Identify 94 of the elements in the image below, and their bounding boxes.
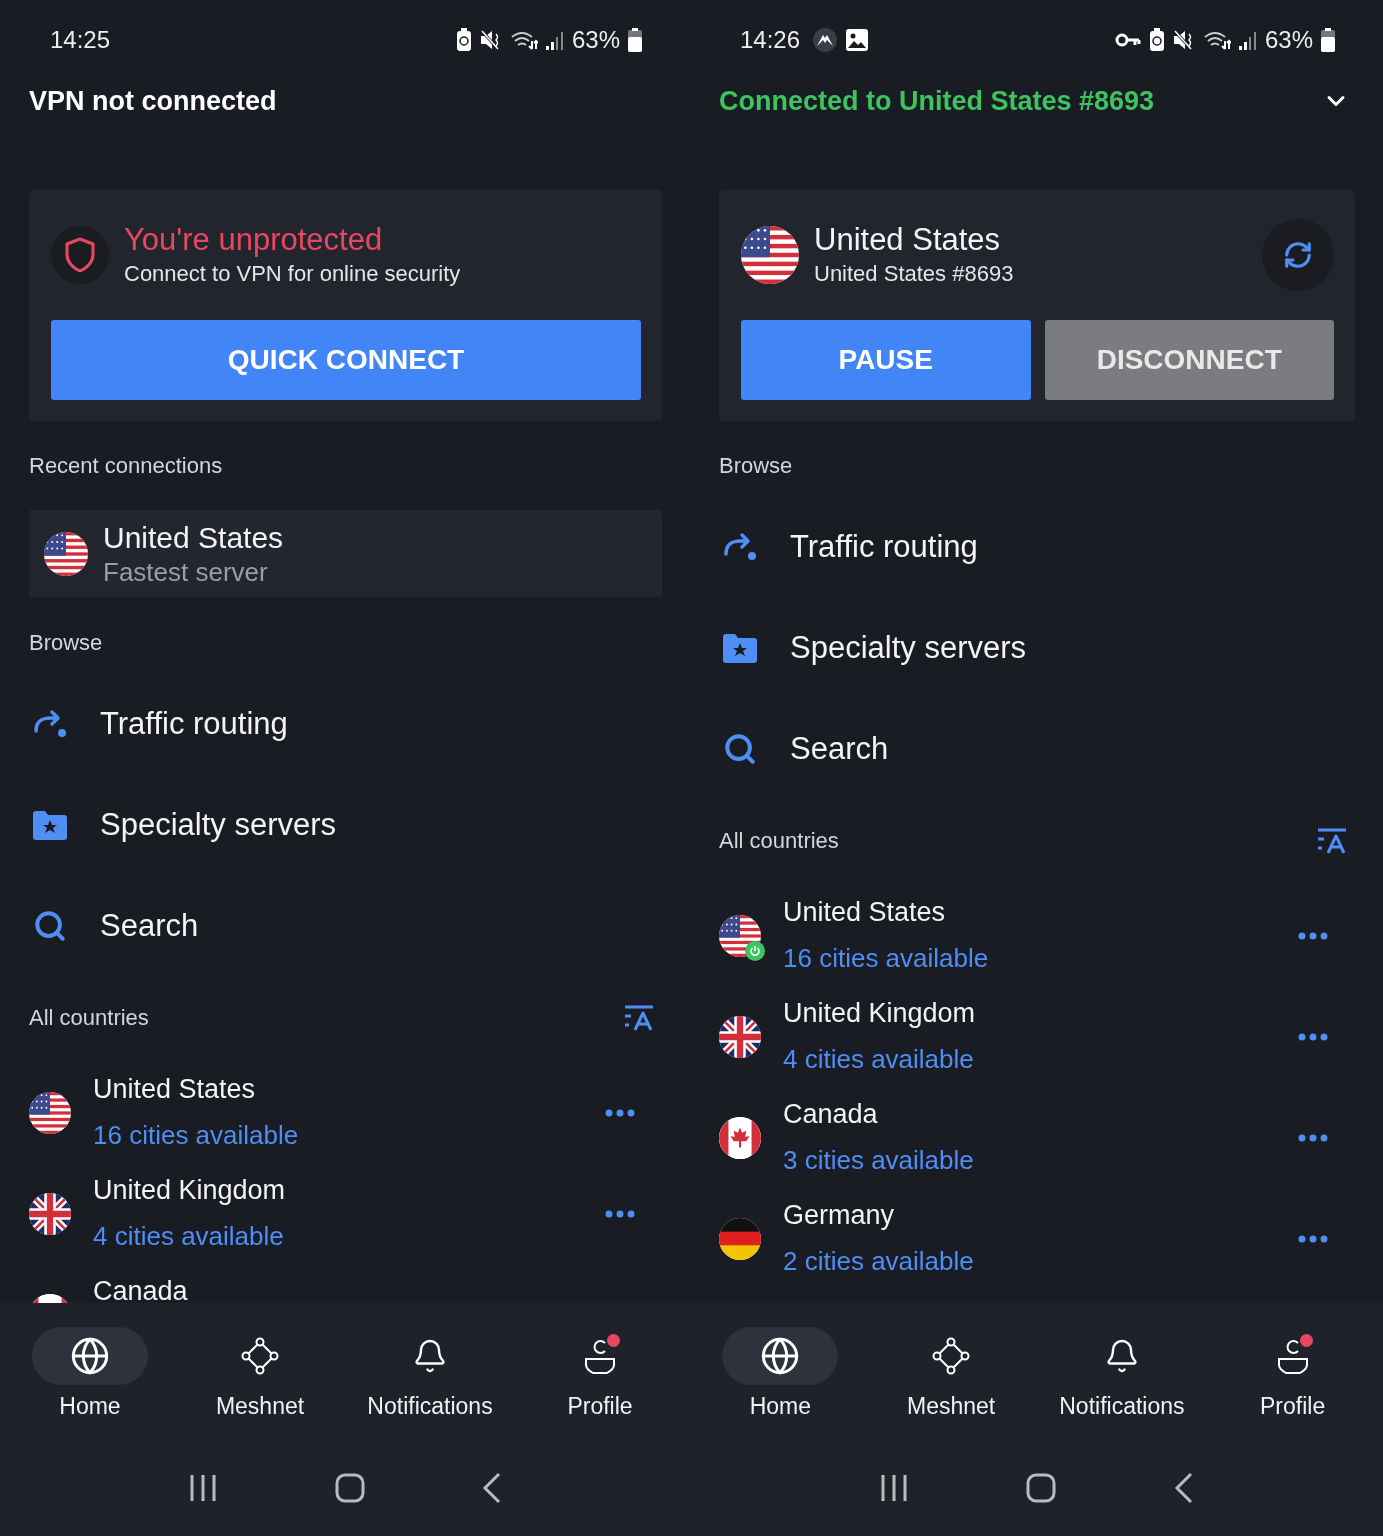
nav-label[interactable]: Meshnet bbox=[907, 1393, 996, 1420]
status-time: 14:26 bbox=[740, 26, 801, 54]
battery-saver-icon bbox=[455, 28, 472, 52]
nav-label[interactable]: Home bbox=[749, 1393, 812, 1420]
flag-icon bbox=[719, 914, 761, 957]
battery-icon bbox=[1321, 28, 1335, 52]
country-name[interactable]: Germany bbox=[783, 1198, 895, 1232]
section-heading: Browse bbox=[719, 453, 793, 479]
section-heading: All countries bbox=[29, 1005, 149, 1031]
battery-saver-icon bbox=[1148, 28, 1165, 52]
sort-icon[interactable] bbox=[623, 1004, 655, 1032]
flag-icon bbox=[719, 1217, 761, 1260]
nav-label[interactable]: Profile bbox=[1260, 1393, 1326, 1420]
cities-available[interactable]: 2 cities available bbox=[783, 1244, 974, 1278]
more-icon[interactable] bbox=[1298, 1133, 1328, 1142]
battery-icon bbox=[628, 28, 642, 52]
country-name[interactable]: Canada bbox=[93, 1274, 188, 1303]
vpn-status-title: VPN not connected bbox=[29, 85, 277, 117]
flag-icon bbox=[44, 531, 88, 576]
search-icon bbox=[33, 908, 67, 943]
curved-arrow-icon bbox=[33, 708, 67, 739]
wifi-icon bbox=[509, 29, 538, 51]
globe-icon bbox=[70, 1336, 110, 1376]
home-icon[interactable] bbox=[1026, 1473, 1057, 1503]
folder-star-icon bbox=[723, 632, 757, 663]
browse-item[interactable]: Specialty servers bbox=[100, 806, 337, 843]
country-name: United States bbox=[103, 519, 284, 556]
section-heading: Recent connections bbox=[29, 453, 223, 479]
search-icon bbox=[723, 731, 757, 766]
card-subtitle: Connect to VPN for online security bbox=[124, 260, 461, 288]
back-icon[interactable] bbox=[1174, 1472, 1195, 1504]
nav-label[interactable]: Profile bbox=[567, 1393, 633, 1420]
profile-icon bbox=[1275, 1337, 1310, 1375]
card-title: You're unprotected bbox=[124, 221, 383, 259]
profile-icon bbox=[583, 1337, 617, 1375]
cities-available[interactable]: 4 cities available bbox=[783, 1042, 974, 1076]
cities-available[interactable]: 3 cities available bbox=[783, 1143, 974, 1177]
more-icon[interactable] bbox=[605, 1108, 635, 1117]
curved-arrow-icon bbox=[723, 531, 757, 562]
flag-icon bbox=[29, 1091, 71, 1134]
browse-item[interactable]: Traffic routing bbox=[100, 705, 288, 742]
more-icon[interactable] bbox=[1298, 931, 1328, 940]
flag-icon bbox=[719, 1116, 761, 1159]
mesh-network-icon bbox=[932, 1337, 971, 1375]
mute-icon bbox=[1172, 29, 1195, 51]
browse-item[interactable]: Search bbox=[790, 730, 889, 767]
country-name[interactable]: United Kingdom bbox=[783, 996, 976, 1030]
card-subtitle: United States #8693 bbox=[814, 260, 1014, 288]
section-heading: Browse bbox=[29, 630, 103, 656]
browse-item[interactable]: Traffic routing bbox=[790, 528, 978, 565]
card-title: United States bbox=[814, 221, 1001, 259]
country-name[interactable]: Canada bbox=[783, 1097, 878, 1131]
cities-available[interactable]: 16 cities available bbox=[93, 1118, 299, 1152]
image-icon bbox=[846, 29, 869, 51]
home-icon[interactable] bbox=[335, 1473, 365, 1503]
mute-icon bbox=[479, 29, 502, 51]
flag-icon bbox=[719, 1015, 761, 1058]
connect-action-button[interactable]: PAUSE bbox=[741, 320, 1031, 400]
wifi-icon bbox=[1202, 29, 1231, 51]
more-icon[interactable] bbox=[1298, 1032, 1328, 1041]
browse-item[interactable]: Specialty servers bbox=[790, 629, 1027, 666]
recent-connection-item[interactable]: United States Fastest server bbox=[29, 510, 662, 597]
country-name[interactable]: United States bbox=[93, 1072, 256, 1106]
status-time: 14:25 bbox=[50, 26, 111, 54]
signal-icon bbox=[545, 29, 564, 51]
nav-label[interactable]: Home bbox=[59, 1393, 121, 1420]
back-icon[interactable] bbox=[481, 1472, 502, 1504]
signal-icon bbox=[1238, 29, 1257, 51]
server-subtitle: Fastest server bbox=[103, 555, 268, 588]
vpn-status-title: Connected to United States #8693 bbox=[719, 85, 1155, 117]
globe-icon bbox=[760, 1336, 801, 1376]
section-heading: All countries bbox=[719, 828, 839, 854]
sort-icon[interactable] bbox=[1316, 827, 1348, 855]
country-name[interactable]: United Kingdom bbox=[93, 1173, 286, 1207]
bell-icon bbox=[412, 1338, 448, 1374]
flag-icon bbox=[741, 226, 799, 284]
battery-percentage: 63% bbox=[1264, 26, 1313, 54]
more-icon[interactable] bbox=[1298, 1234, 1328, 1243]
flag-icon bbox=[29, 1192, 71, 1235]
mesh-network-icon bbox=[241, 1337, 279, 1375]
folder-star-icon bbox=[33, 809, 67, 840]
refresh-icon bbox=[1283, 240, 1313, 270]
connect-action-button[interactable]: QUICK CONNECT bbox=[51, 320, 641, 400]
cities-available[interactable]: 16 cities available bbox=[783, 941, 989, 975]
nav-label[interactable]: Notifications bbox=[367, 1393, 493, 1420]
nav-label[interactable]: Notifications bbox=[1059, 1393, 1185, 1420]
browse-item[interactable]: Search bbox=[100, 907, 199, 944]
more-icon[interactable] bbox=[605, 1209, 635, 1218]
cities-available[interactable]: 4 cities available bbox=[93, 1219, 284, 1253]
nav-label[interactable]: Meshnet bbox=[215, 1393, 305, 1420]
country-name[interactable]: United States bbox=[783, 895, 946, 929]
battery-percentage: 63% bbox=[571, 26, 620, 54]
mountain-app-icon bbox=[812, 27, 839, 53]
recent-apps-icon[interactable] bbox=[188, 1473, 219, 1503]
